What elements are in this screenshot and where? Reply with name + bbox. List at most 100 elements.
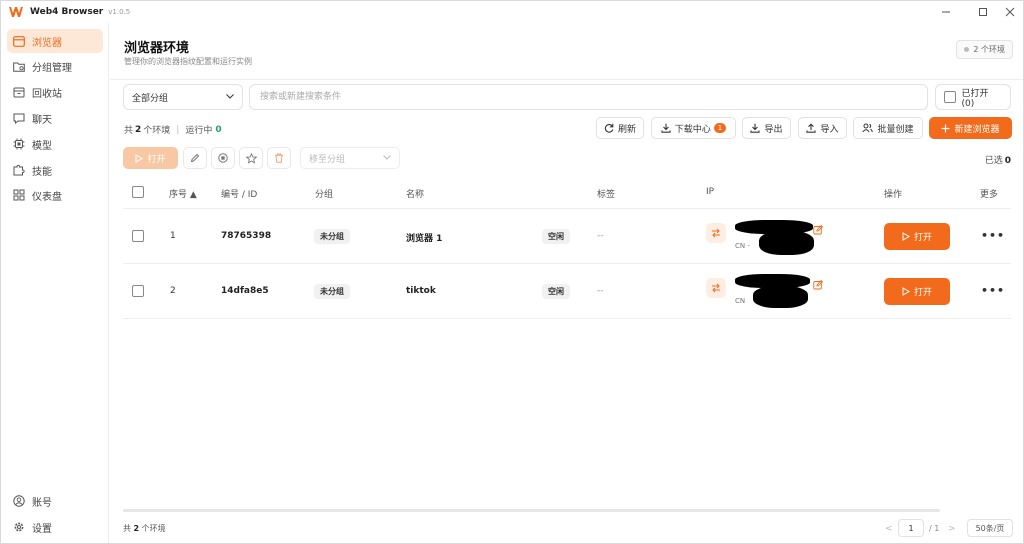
- sidebar-item-models[interactable]: 模型: [7, 132, 103, 156]
- play-icon: [135, 153, 144, 163]
- col-group: 分组: [315, 190, 334, 200]
- sidebar-item-label: 账号: [32, 497, 52, 509]
- prev-page-button[interactable]: <: [885, 524, 893, 534]
- app-window: Web4 Browser v1.0.5 浏览器 分组管理 回收站 聊天 模型 技…: [0, 0, 1024, 544]
- open-browser-button[interactable]: 打开: [884, 278, 950, 305]
- redacted-ip: [759, 231, 814, 255]
- sidebar-item-label: 聊天: [32, 114, 52, 126]
- sidebar-item-label: 模型: [32, 140, 52, 152]
- redacted-ip: [753, 286, 808, 308]
- app-version: v1.0.5: [108, 8, 131, 16]
- sidebar: 浏览器 分组管理 回收站 聊天 模型 技能 仪表盘 账号 设置: [1, 23, 109, 543]
- next-page-button[interactable]: >: [948, 524, 956, 534]
- status-badge: 空闲: [542, 284, 570, 299]
- sidebar-item-label: 技能: [32, 166, 52, 178]
- play-icon: [902, 287, 910, 296]
- group-tag: 未分组: [314, 229, 350, 244]
- row-name: tiktok: [406, 286, 436, 296]
- batch-favorite-button[interactable]: [239, 147, 263, 169]
- users-icon: [862, 123, 874, 133]
- edit-ip-icon[interactable]: [813, 279, 824, 290]
- proxy-swap-icon[interactable]: [706, 223, 726, 243]
- table-header: 序号 ▲ 编号 / ID 分组 名称 标签 IP 操作 更多: [123, 177, 1011, 209]
- browser-window-icon: [13, 35, 25, 47]
- page-total: / 1: [929, 524, 940, 533]
- play-icon: [902, 232, 910, 241]
- chevron-down-icon: [226, 92, 234, 102]
- dashboard-grid-icon: [13, 189, 25, 201]
- group-tag: 未分组: [314, 284, 350, 299]
- batch-create-button[interactable]: 批量创建: [853, 117, 923, 139]
- gear-icon: [13, 521, 25, 533]
- folder-gear-icon: [13, 60, 25, 72]
- col-seq[interactable]: 序号 ▲: [169, 187, 197, 200]
- refresh-button[interactable]: 刷新: [596, 117, 644, 139]
- refresh-icon: [604, 123, 614, 133]
- group-filter-select[interactable]: 全部分组: [123, 84, 243, 110]
- row-id: 78765398: [221, 231, 272, 241]
- col-more: 更多: [980, 190, 999, 200]
- sidebar-item-label: 回收站: [32, 88, 62, 100]
- maximize-icon[interactable]: [968, 1, 998, 23]
- import-icon: [806, 123, 817, 133]
- page-number-input[interactable]: [898, 519, 924, 537]
- page-title: 浏览器环境: [124, 41, 190, 56]
- sidebar-item-groups[interactable]: 分组管理: [7, 54, 103, 78]
- sidebar-item-chat[interactable]: 聊天: [7, 106, 103, 130]
- download-icon: [661, 123, 671, 133]
- header-divider: [110, 79, 1023, 80]
- close-icon[interactable]: [995, 1, 1024, 23]
- sidebar-item-label: 分组管理: [32, 62, 72, 74]
- selected-count: 已选 0: [984, 156, 1011, 166]
- sidebar-item-account[interactable]: 账号: [7, 489, 103, 513]
- new-browser-button[interactable]: 新建浏览器: [929, 117, 1012, 139]
- col-name: 名称: [406, 190, 425, 200]
- import-button[interactable]: 导入: [798, 117, 847, 139]
- sidebar-item-dashboard[interactable]: 仪表盘: [7, 183, 103, 207]
- open-browser-button[interactable]: 打开: [884, 223, 950, 250]
- opened-filter-checkbox[interactable]: 已打开 (0): [935, 84, 1011, 110]
- batch-edit-button[interactable]: [183, 147, 207, 169]
- export-icon: [750, 123, 761, 133]
- edit-ip-icon[interactable]: [813, 224, 824, 235]
- horizontal-scrollbar[interactable]: [123, 509, 940, 512]
- proxy-swap-icon[interactable]: [706, 278, 726, 298]
- table-row[interactable]: 2 14dfa8e5 未分组 tiktok 空闲 -- CN 打开 •••: [123, 264, 1011, 319]
- plus-icon: [941, 124, 950, 133]
- status-badge: 空闲: [542, 229, 570, 244]
- more-options-icon[interactable]: •••: [981, 284, 1005, 297]
- minimize-icon[interactable]: [931, 1, 961, 23]
- title-bar: Web4 Browser v1.0.5: [1, 1, 1023, 23]
- sidebar-item-skills[interactable]: 技能: [7, 158, 103, 182]
- table-row[interactable]: 1 78765398 未分组 浏览器 1 空闲 -- CN - 打开 •••: [123, 209, 1011, 264]
- move-to-group-select[interactable]: 移至分组: [300, 147, 400, 169]
- download-center-button[interactable]: 下载中心 1: [651, 117, 736, 139]
- col-id: 编号 / ID: [221, 190, 258, 200]
- sidebar-item-recycle[interactable]: 回收站: [7, 80, 103, 104]
- sidebar-item-browser[interactable]: 浏览器: [7, 29, 103, 53]
- col-ip: IP: [706, 187, 715, 197]
- status-dot-icon: [964, 47, 970, 52]
- sidebar-item-label: 浏览器: [32, 37, 62, 49]
- row-seq: 1: [170, 231, 176, 241]
- ip-country: CN: [735, 297, 746, 305]
- col-tags: 标签: [597, 190, 616, 200]
- export-button[interactable]: 导出: [742, 117, 791, 139]
- search-input[interactable]: [249, 84, 928, 110]
- sidebar-item-settings[interactable]: 设置: [7, 515, 103, 539]
- checkbox[interactable]: [944, 91, 956, 103]
- page-subtitle: 管理你的浏览器指纹配置和运行实例: [124, 57, 252, 66]
- chat-bubble-icon: [13, 112, 25, 124]
- pencil-icon: [190, 153, 200, 163]
- more-options-icon[interactable]: •••: [981, 229, 1005, 242]
- sidebar-item-label: 设置: [32, 523, 52, 535]
- page-size-select[interactable]: 50条/页: [967, 519, 1013, 537]
- batch-stop-button[interactable]: [211, 147, 235, 169]
- env-summary: 共 2 个环境 | 运行中 0: [124, 124, 222, 137]
- batch-open-button[interactable]: 打开: [123, 147, 178, 169]
- select-all-checkbox[interactable]: [132, 186, 144, 198]
- batch-delete-button[interactable]: [267, 147, 291, 169]
- row-checkbox[interactable]: [132, 230, 144, 242]
- chip-icon: [13, 138, 25, 150]
- row-checkbox[interactable]: [132, 285, 144, 297]
